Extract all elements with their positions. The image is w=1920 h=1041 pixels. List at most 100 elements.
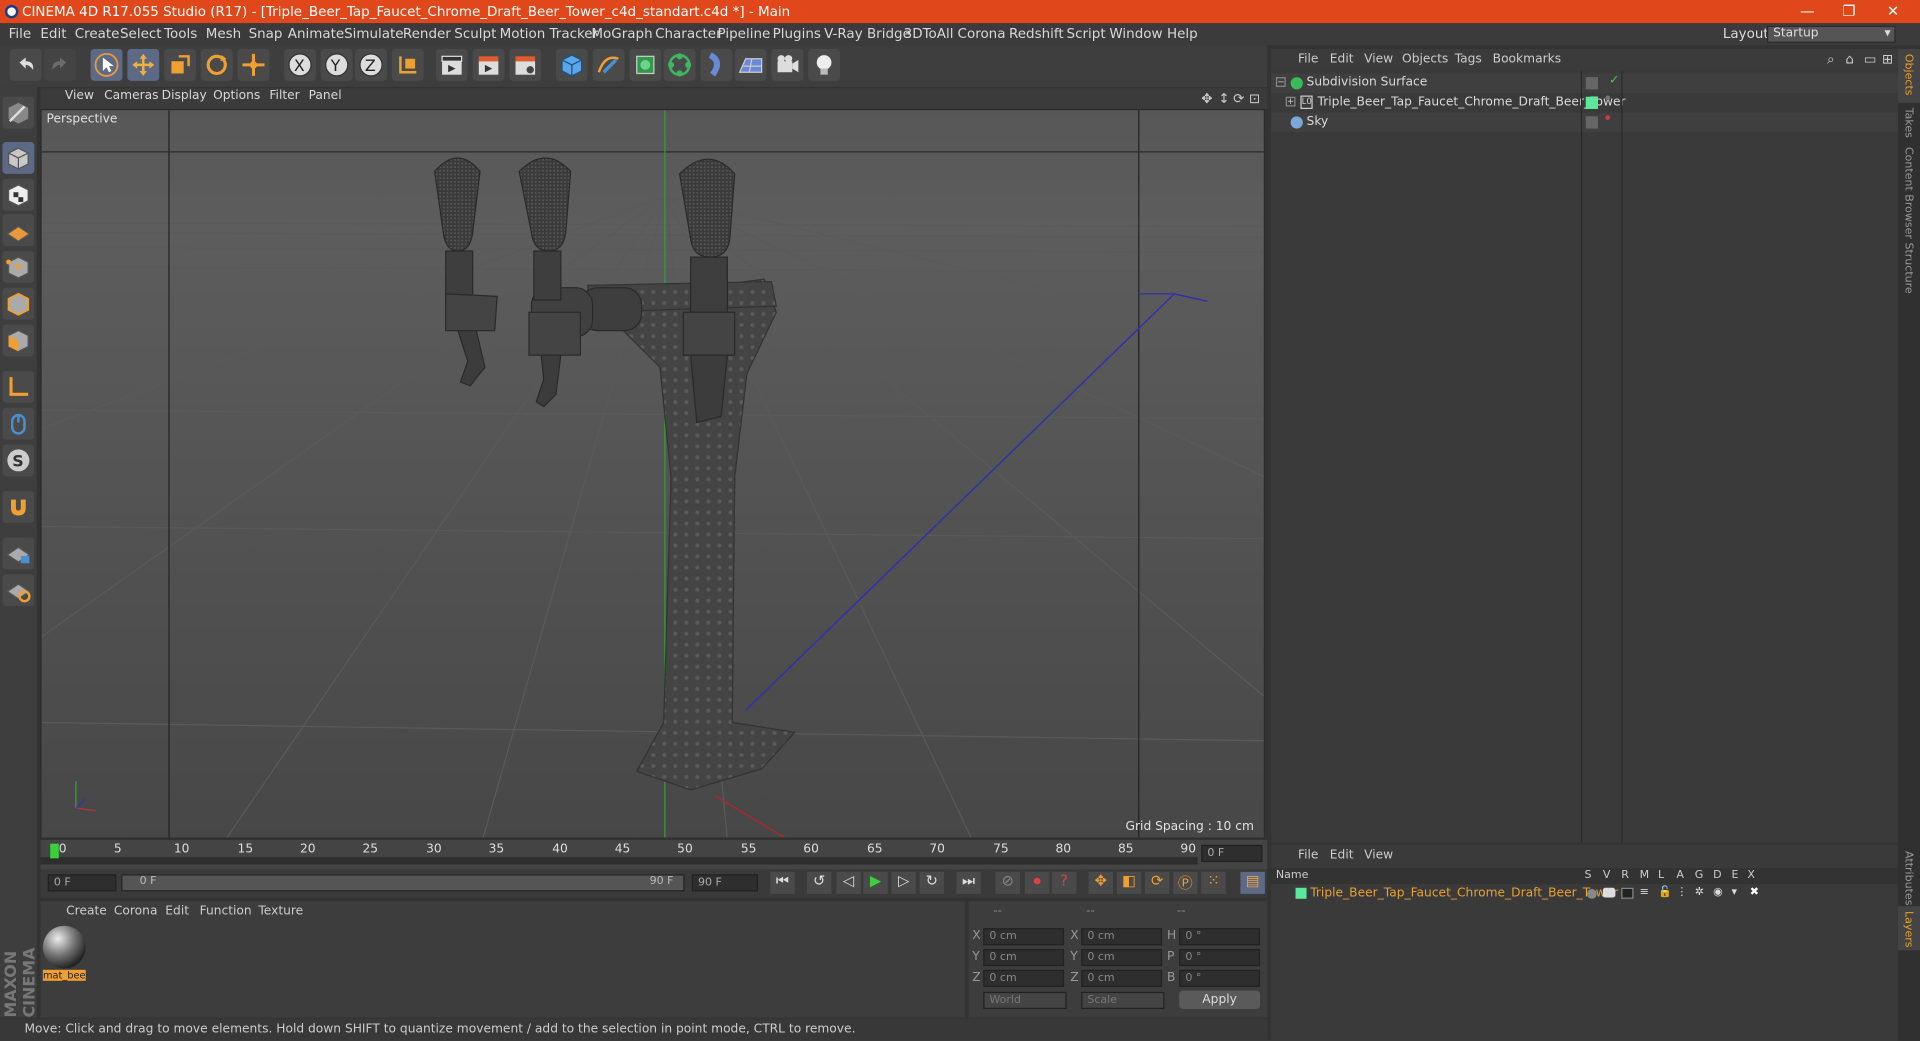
redo-button[interactable] <box>44 48 76 81</box>
objects-menu-objects[interactable]: Objects <box>1402 53 1448 66</box>
make-editable-button[interactable] <box>2 96 35 129</box>
solo-mode-button[interactable]: S <box>2 444 35 477</box>
coord-pos-y-field[interactable]: 0 cm <box>983 948 1065 967</box>
objects-menu-tags[interactable]: Tags <box>1455 53 1482 66</box>
render-toggle-icon[interactable] <box>1621 887 1634 899</box>
menu-animate[interactable]: Animate <box>288 26 344 42</box>
object-row[interactable]: + L0 Triple_Beer_Tap_Faucet_Chrome_Draft… <box>1271 93 1898 113</box>
next-frame-button[interactable]: ▷ <box>891 871 916 894</box>
layers-menu-edit[interactable]: Edit <box>1330 849 1354 862</box>
menu-sculpt[interactable]: Sculpt <box>454 26 496 42</box>
menu-mograph[interactable]: MoGraph <box>591 26 652 42</box>
material-menu-function[interactable]: Function <box>200 905 252 918</box>
menu-snap[interactable]: Snap <box>249 26 283 42</box>
menu-pipeline[interactable]: Pipeline <box>718 26 771 42</box>
viewport-menu-options[interactable]: Options <box>213 89 260 102</box>
viewport-rotate-icon[interactable]: ⟳ <box>1233 91 1244 107</box>
solo-toggle-icon[interactable] <box>1586 888 1597 899</box>
coord-size-z-field[interactable]: 0 cm <box>1081 969 1163 987</box>
eye-icon[interactable] <box>1602 887 1616 898</box>
texture-mode-button[interactable] <box>2 178 35 211</box>
deformer-toggle-icon[interactable]: ◉ <box>1713 887 1723 899</box>
menu-simulate[interactable]: Simulate <box>344 26 404 42</box>
objects-menu-view[interactable]: View <box>1364 53 1393 66</box>
go-to-end-button[interactable]: ⏭ <box>956 871 981 894</box>
record-point-level-button[interactable]: ⁙ <box>1201 871 1226 894</box>
close-button[interactable]: ✕ <box>1881 2 1905 19</box>
record-rotation-button[interactable]: ⟳ <box>1144 871 1170 894</box>
menu-render[interactable]: Render <box>403 26 451 42</box>
go-to-start-button[interactable]: ⏮ <box>770 871 795 894</box>
menu-character[interactable]: Character <box>655 26 722 42</box>
x-axis-lock-button[interactable]: X <box>284 48 316 81</box>
expand-icon[interactable]: + <box>1285 96 1296 107</box>
coordinate-system-button[interactable] <box>391 48 424 81</box>
workplane-mode-button[interactable] <box>2 214 35 247</box>
manager-toggle-icon[interactable]: ≡ <box>1640 887 1649 899</box>
add-array-button[interactable] <box>663 48 696 81</box>
tweak-mode-button[interactable] <box>2 407 35 440</box>
menu-script[interactable]: Script <box>1067 26 1106 42</box>
menu-help[interactable]: Help <box>1167 26 1198 42</box>
menu-edit[interactable]: Edit <box>40 26 66 42</box>
viewport-move-icon[interactable]: ✥ <box>1201 91 1212 107</box>
tab-attributes[interactable]: Attributes <box>1902 851 1914 905</box>
timeline-ruler[interactable]: 0 5 10 15 20 25 30 35 40 45 50 55 60 65 … <box>40 840 1268 870</box>
coord-size-x-field[interactable]: 0 cm <box>1081 928 1163 946</box>
viewport-menu-filter[interactable]: Filter <box>269 89 299 102</box>
animation-toggle-icon[interactable]: ⋮ <box>1676 887 1687 899</box>
coord-rot-b-field[interactable]: 0 ° <box>1179 969 1261 987</box>
minimize-button[interactable]: — <box>1795 2 1819 19</box>
apply-button[interactable]: Apply <box>1179 990 1261 1009</box>
viewport-menu-view[interactable]: View <box>65 89 94 102</box>
new-view-icon[interactable]: ▭ <box>1864 51 1877 67</box>
tab-layers[interactable]: Layers <box>1897 906 1920 951</box>
autokeying-button[interactable]: ? <box>1051 871 1077 894</box>
menu-window[interactable]: Window <box>1109 26 1162 42</box>
playhead-marker[interactable] <box>50 843 59 859</box>
workplane-rotate-button[interactable] <box>2 574 35 607</box>
polygon-mode-button[interactable] <box>2 324 35 357</box>
menu-create[interactable]: Create <box>75 26 120 42</box>
coord-pos-x-field[interactable]: 0 cm <box>983 928 1065 946</box>
layers-menu-file[interactable]: File <box>1298 849 1318 862</box>
rotate-tool-button[interactable] <box>200 48 233 81</box>
axis-mode-button[interactable] <box>2 371 35 403</box>
add-subdivision-button[interactable] <box>629 48 662 81</box>
add-cube-button[interactable] <box>555 48 588 81</box>
record-parameter-button[interactable]: Ⓟ <box>1173 871 1198 894</box>
play-button[interactable]: ▶ <box>863 871 888 894</box>
menu-mesh[interactable]: Mesh <box>206 26 241 42</box>
visibility-dot[interactable] <box>1605 95 1611 101</box>
material-swatch[interactable]: mat_bee <box>42 925 86 982</box>
add-light-button[interactable] <box>808 48 841 81</box>
viewport-menu-cameras[interactable]: Cameras <box>104 89 158 102</box>
snap-toggle-button[interactable] <box>2 491 35 523</box>
add-deformer-button[interactable] <box>700 48 733 81</box>
generator-toggle-icon[interactable]: ✲ <box>1695 887 1704 899</box>
workplane-lock-button[interactable] <box>2 537 35 570</box>
add-camera-button[interactable] <box>771 48 804 81</box>
move-tool-button[interactable] <box>127 48 160 81</box>
viewport-menu-display[interactable]: Display <box>162 89 207 102</box>
maximize-button[interactable]: ❐ <box>1837 2 1861 19</box>
menu-corona[interactable]: Corona <box>958 26 1006 42</box>
objects-menu-edit[interactable]: Edit <box>1330 53 1354 66</box>
visibility-dot[interactable] <box>1605 115 1611 121</box>
coord-pos-z-field[interactable]: 0 cm <box>983 969 1065 987</box>
material-menu-corona[interactable]: Corona <box>114 905 158 918</box>
menu-file[interactable]: File <box>9 26 32 42</box>
timeline-layout-button[interactable]: ▤ <box>1240 871 1265 894</box>
coord-rot-p-field[interactable]: 0 ° <box>1179 948 1261 967</box>
y-axis-lock-button[interactable]: Y <box>320 48 353 81</box>
render-to-picture-viewer-button[interactable] <box>472 48 505 81</box>
next-key-button[interactable]: ↻ <box>919 871 945 894</box>
end-frame-field[interactable]: 90 F <box>691 874 758 892</box>
undo-button[interactable] <box>9 48 42 81</box>
menu-3dtoall[interactable]: 3DToAll <box>904 26 954 42</box>
frame-range-slider[interactable]: 0 F 90 F <box>121 874 685 892</box>
tab-content-browser[interactable]: Content Browser <box>1902 147 1914 239</box>
material-menu-texture[interactable]: Texture <box>258 905 303 918</box>
layers-menu-view[interactable]: View <box>1364 849 1393 862</box>
coordinate-space-dropdown[interactable]: World <box>983 991 1067 1009</box>
